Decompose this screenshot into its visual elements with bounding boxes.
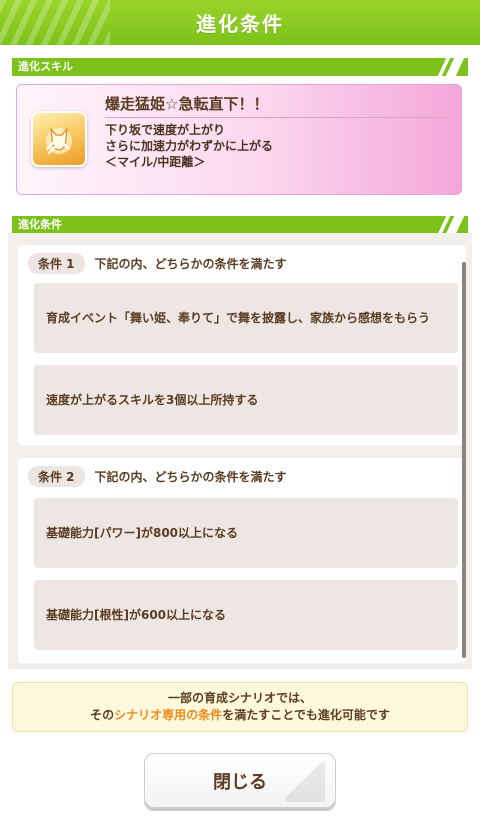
condition-header: 条件 1 下記の内、どちらかの条件を満たす xyxy=(28,252,287,274)
notice-line: そのシナリオ専用の条件を満たすことでも進化可能です xyxy=(90,707,390,724)
skill-name: 爆走猛姫☆急転直下！！ xyxy=(105,95,269,113)
condition-header-text: 下記の内、どちらかの条件を満たす xyxy=(94,469,287,484)
condition-header: 条件 2 下記の内、どちらかの条件を満たす xyxy=(28,465,287,487)
notice-highlight: シナリオ専用の条件 xyxy=(114,708,223,722)
condition-group-2: 条件 2 下記の内、どちらかの条件を満たす 基礎能力[パワー]が800以上になる… xyxy=(18,458,466,663)
skill-desc-line: ＜マイル/中距離＞ xyxy=(105,155,206,169)
scrollbar[interactable] xyxy=(462,262,466,658)
scenario-notice: 一部の育成シナリオでは、 そのシナリオ専用の条件を満たすことでも進化可能です xyxy=(12,682,468,732)
condition-badge: 条件 2 xyxy=(28,465,85,487)
speed-skill-icon xyxy=(31,111,87,167)
condition-header-text: 下記の内、どちらかの条件を満たす xyxy=(94,256,287,271)
section-header-conditions: 進化条件 xyxy=(12,216,468,234)
condition-item: 基礎能力[根性]が600以上になる xyxy=(34,580,458,650)
section-label-conditions: 進化条件 xyxy=(18,218,62,231)
condition-item: 速度が上がるスキルを3個以上所持する xyxy=(34,365,458,435)
divider xyxy=(105,117,451,118)
title-bar: 進化条件 xyxy=(0,0,480,45)
notice-line: 一部の育成シナリオでは、 xyxy=(167,691,312,705)
condition-item: 基礎能力[パワー]が800以上になる xyxy=(34,498,458,568)
skill-description: 下り坂で速度が上がり さらに加速力がわずかに上がる ＜マイル/中距離＞ xyxy=(105,122,273,170)
close-button-label: 閉じる xyxy=(213,771,267,793)
skill-desc-line: 下り坂で速度が上がり xyxy=(105,123,226,137)
skill-card[interactable]: 爆走猛姫☆急転直下！！ 下り坂で速度が上がり さらに加速力がわずかに上がる ＜マ… xyxy=(16,84,462,195)
condition-item: 育成イベント「舞い姫、奉りて」で舞を披露し、家族から感想をもらう xyxy=(34,283,458,353)
condition-group-1: 条件 1 下記の内、どちらかの条件を満たす 育成イベント「舞い姫、奉りて」で舞を… xyxy=(18,245,466,445)
section-label-skill: 進化スキル xyxy=(18,60,73,73)
page-title: 進化条件 xyxy=(196,12,284,36)
condition-badge: 条件 1 xyxy=(28,252,85,274)
skill-desc-line: さらに加速力がわずかに上がる xyxy=(105,139,274,153)
section-header-skill: 進化スキル xyxy=(12,58,468,76)
close-button[interactable]: 閉じる xyxy=(144,753,336,808)
notice-text: その xyxy=(90,708,115,722)
notice-text: を満たすことでも進化可能です xyxy=(222,708,390,722)
conditions-scroll-panel[interactable]: 条件 1 下記の内、どちらかの条件を満たす 育成イベント「舞い姫、奉りて」で舞を… xyxy=(8,233,472,669)
